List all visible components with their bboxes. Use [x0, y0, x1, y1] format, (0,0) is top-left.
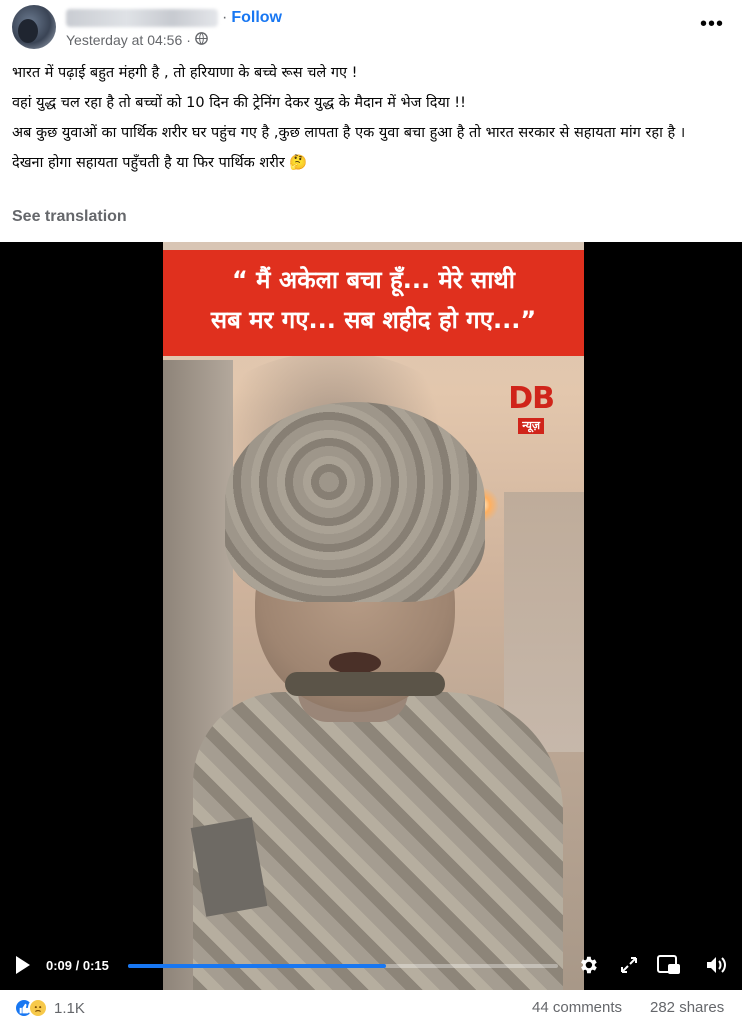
logo-sub: न्यूज़ [518, 418, 544, 434]
author-avatar[interactable] [12, 5, 56, 49]
post-line-4: देखना होगा सहायता पहुँचती है या फिर पार्… [12, 155, 308, 171]
separator-dot: · [222, 9, 228, 26]
combat-helmet [225, 402, 485, 602]
banner-line-2: सब मर गए... सब शहीद हो गए...” [210, 306, 537, 334]
post-line-1: भारत में पढ़ाई बहुत मंहगी है , तो हरियाण… [12, 65, 358, 81]
reactions-summary[interactable]: 1.1K [14, 998, 85, 1018]
gear-icon[interactable] [577, 954, 599, 981]
post-text: भारत में पढ़ाई बहुत मंहगी है , तो हरियाण… [12, 62, 730, 182]
progress-track[interactable] [128, 964, 558, 968]
logo-main: DB [508, 381, 555, 416]
globe-icon [195, 32, 208, 48]
soldier-figure [190, 402, 573, 990]
post-footer: 1.1K 44 comments 282 shares [0, 990, 742, 1024]
follow-label: Follow [231, 9, 282, 26]
time-separator: / [72, 958, 83, 973]
video-caption-banner: “ मैं अकेला बचा हूँ... मेरे साथी सब मर ग… [163, 250, 584, 356]
comments-count[interactable]: 44 comments [532, 999, 622, 1016]
see-translation-link[interactable]: See translation [12, 208, 127, 226]
reaction-count: 1.1K [54, 999, 85, 1017]
video-frame: “ मैं अकेला बचा हूँ... मेरे साथी सब मर ग… [163, 242, 584, 990]
picture-in-picture-icon[interactable] [657, 955, 681, 980]
chin-strap [285, 672, 445, 696]
post-timestamp[interactable]: Yesterday at 04:56 [66, 32, 182, 48]
current-time: 0:09 [46, 958, 73, 973]
volume-icon[interactable] [705, 955, 729, 980]
author-name-blurred[interactable] [66, 9, 218, 27]
post-header: · Follow Yesterday at 04:56 · ••• [0, 0, 742, 56]
channel-logo: DB न्यूज़ [508, 381, 555, 434]
shares-count[interactable]: 282 shares [650, 999, 724, 1016]
post-meta: Yesterday at 04:56 · [66, 32, 208, 48]
progress-fill [128, 964, 386, 968]
duration: 0:15 [82, 958, 109, 973]
video-controls: 0:09 / 0:15 [0, 942, 742, 990]
banner-line-1: “ मैं अकेला बचा हूँ... मेरे साथी [232, 266, 515, 294]
follow-button[interactable]: · Follow [222, 9, 282, 27]
meta-separator: · [186, 32, 191, 48]
post-line-2: वहां युद्ध चल रहा है तो बच्चों को 10 दिन… [12, 95, 466, 111]
mouth [329, 652, 381, 674]
expand-icon[interactable] [620, 956, 638, 979]
sad-reaction-icon [28, 998, 48, 1018]
video-player[interactable]: “ मैं अकेला बचा हूँ... मेरे साथी सब मर ग… [0, 242, 742, 990]
post-line-3: अब कुछ युवाओं का पार्थिक शरीर घर पहुंच ग… [12, 125, 686, 141]
more-options-button[interactable]: ••• [700, 14, 724, 34]
video-time: 0:09 / 0:15 [46, 958, 109, 973]
play-icon[interactable] [16, 956, 30, 974]
